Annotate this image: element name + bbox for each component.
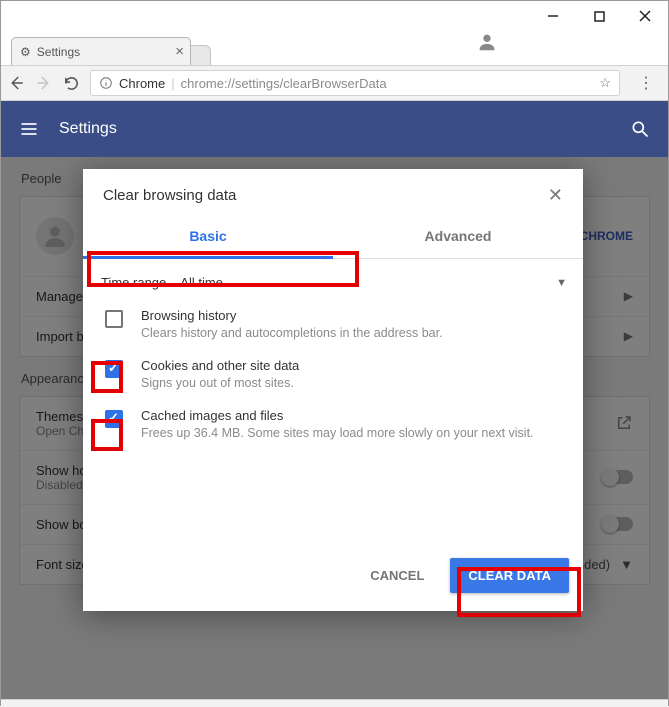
url-text: chrome://settings/clearBrowserData bbox=[181, 76, 387, 91]
close-dialog-button[interactable]: ✕ bbox=[548, 185, 563, 206]
option-cache[interactable]: Cached images and files Frees up 36.4 MB… bbox=[91, 396, 577, 446]
maximize-button[interactable] bbox=[576, 1, 622, 31]
checkbox[interactable] bbox=[105, 310, 123, 328]
window-titlebar bbox=[1, 1, 668, 31]
tab-title: Settings bbox=[37, 45, 80, 59]
dialog-tabs: Basic Advanced bbox=[83, 218, 583, 259]
page-title: Settings bbox=[59, 120, 117, 138]
tab-advanced[interactable]: Advanced bbox=[333, 218, 583, 259]
checkbox[interactable] bbox=[105, 410, 123, 428]
hamburger-icon[interactable] bbox=[19, 119, 39, 139]
time-range-select[interactable]: All time ▼ bbox=[180, 275, 567, 290]
close-window-button[interactable] bbox=[622, 1, 668, 31]
browser-tabstrip: ⚙ Settings × bbox=[1, 31, 668, 65]
reload-button[interactable] bbox=[63, 75, 80, 92]
clear-browsing-data-dialog: Clear browsing data ✕ Basic Advanced Tim… bbox=[83, 169, 583, 611]
settings-content: People Sign in to get your bookmarks, hi… bbox=[1, 157, 668, 699]
url-scheme: Chrome bbox=[119, 76, 165, 91]
clear-data-button[interactable]: CLEAR DATA bbox=[450, 558, 569, 593]
settings-appbar: Settings bbox=[1, 101, 668, 157]
browser-tab[interactable]: ⚙ Settings × bbox=[11, 37, 191, 65]
close-tab-icon[interactable]: × bbox=[175, 43, 184, 60]
minimize-button[interactable] bbox=[530, 1, 576, 31]
profile-icon[interactable] bbox=[476, 31, 498, 53]
time-range-label: Time range bbox=[101, 275, 166, 290]
tab-basic[interactable]: Basic bbox=[83, 218, 333, 259]
browser-toolbar: Chrome | chrome://settings/clearBrowserD… bbox=[1, 65, 668, 101]
bookmark-star-icon[interactable]: ☆ bbox=[599, 75, 611, 91]
checkbox[interactable] bbox=[105, 360, 123, 378]
gear-icon: ⚙ bbox=[20, 45, 31, 59]
dialog-title: Clear browsing data bbox=[103, 187, 236, 204]
search-icon[interactable] bbox=[630, 119, 650, 139]
back-button[interactable] bbox=[7, 74, 25, 92]
option-browsing-history[interactable]: Browsing history Clears history and auto… bbox=[91, 296, 577, 346]
time-range-row: Time range All time ▼ bbox=[91, 269, 577, 296]
cancel-button[interactable]: CANCEL bbox=[356, 560, 438, 591]
forward-button bbox=[35, 74, 53, 92]
site-info-icon[interactable] bbox=[99, 76, 113, 90]
dropdown-caret-icon: ▼ bbox=[556, 277, 567, 289]
chrome-menu-button[interactable]: ⋮ bbox=[630, 73, 662, 93]
option-cookies[interactable]: Cookies and other site data Signs you ou… bbox=[91, 346, 577, 396]
address-bar[interactable]: Chrome | chrome://settings/clearBrowserD… bbox=[90, 70, 620, 96]
